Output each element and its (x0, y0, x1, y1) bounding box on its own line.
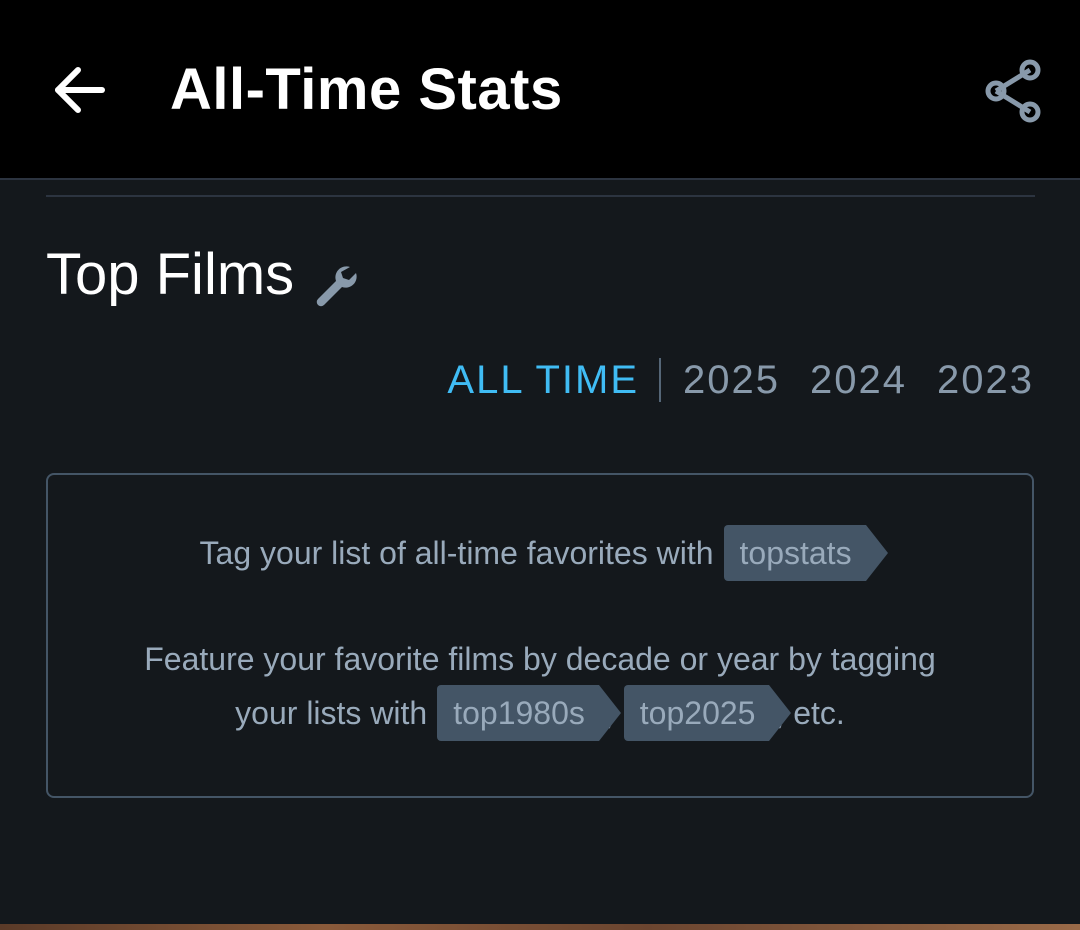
empty-state-box: Tag your list of all-time favorites with… (46, 473, 1034, 798)
tab-2024[interactable]: 2024 (810, 352, 907, 408)
share-button[interactable] (978, 56, 1048, 126)
info-line-2: Feature your favorite films by decade or… (48, 637, 1032, 681)
wrench-icon[interactable] (310, 251, 358, 307)
back-button[interactable] (44, 60, 112, 120)
info-text: Tag your list of all-time favorites with (199, 534, 714, 571)
next-section-image-edge (0, 924, 1080, 930)
tag-topstats[interactable]: topstats (723, 525, 888, 581)
app-bar: All-Time Stats (0, 0, 1080, 180)
tab-all-time[interactable]: ALL TIME (447, 352, 639, 408)
section-divider (46, 195, 1035, 197)
page-title: All-Time Stats (170, 57, 563, 122)
arrow-left-icon (55, 67, 105, 113)
tab-2023[interactable]: 2023 (937, 352, 1034, 408)
info-line-1: Tag your list of all-time favorites with… (48, 525, 1032, 581)
share-icon (985, 59, 1041, 123)
period-tabs: ALL TIME 2025 2024 2023 (447, 352, 1034, 408)
tag-top2025[interactable]: top2025 (623, 685, 792, 741)
section-header: Top Films (46, 238, 358, 312)
tab-2025[interactable]: 2025 (683, 352, 780, 408)
info-text: your lists with (235, 694, 428, 731)
tag-top1980s[interactable]: top1980s (437, 685, 621, 741)
tab-separator (659, 358, 662, 402)
info-text: Feature your favorite films by decade or… (144, 640, 936, 677)
section-title: Top Films (46, 242, 295, 307)
info-line-3: your lists with top1980s , top2025 , etc… (48, 685, 1032, 741)
